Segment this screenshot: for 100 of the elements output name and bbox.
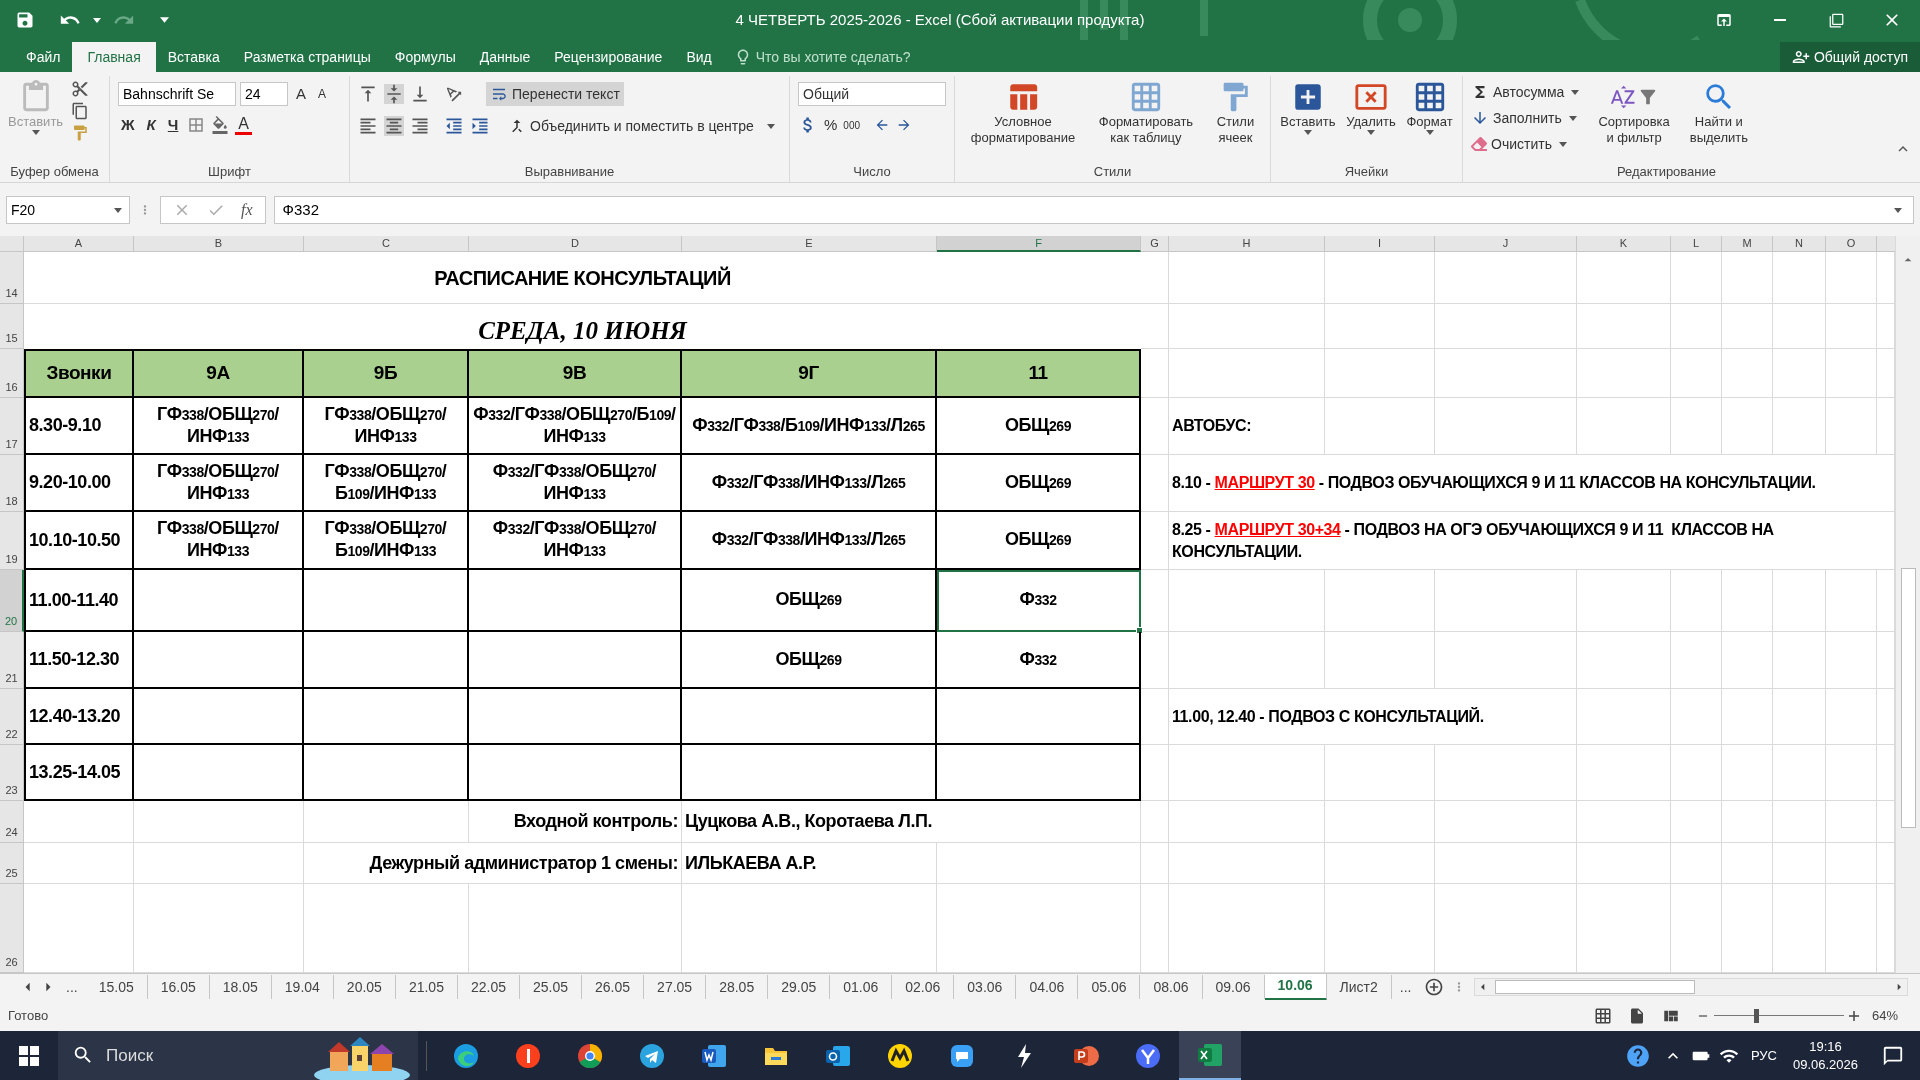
sheet-cell[interactable] [1435, 801, 1577, 843]
increase-indent-icon[interactable] [470, 116, 490, 136]
sheet-cell[interactable] [1169, 304, 1325, 349]
sheet-cell[interactable] [1826, 801, 1877, 843]
sheet-cell[interactable] [1325, 745, 1435, 801]
table-cell[interactable]: Ф332/ГФ338/Б109/ИНФ133/Л265 [682, 398, 937, 455]
name-box[interactable]: F20 [6, 196, 130, 224]
sheet-cell[interactable] [1141, 252, 1169, 304]
ribbon-tab[interactable]: Рецензирование [542, 42, 675, 72]
sheet-cell[interactable] [1671, 745, 1722, 801]
table-cell[interactable]: ГФ338/ОБЩ270/Б109/ИНФ133 [304, 512, 469, 570]
table-cell[interactable] [682, 745, 937, 801]
font-color-button[interactable]: A [235, 115, 252, 135]
sheet-cell[interactable] [1577, 398, 1671, 455]
sheet-cell[interactable] [1577, 349, 1671, 398]
sheet-cell[interactable] [1325, 843, 1435, 884]
row-header[interactable]: 19 [0, 512, 24, 570]
style-button[interactable]: Форматировать как таблицу [1094, 80, 1198, 162]
sheet-tab[interactable]: 18.05 [209, 975, 272, 999]
scroll-thumb[interactable] [1900, 568, 1916, 828]
sheet-cell[interactable] [1169, 745, 1325, 801]
formula-field[interactable]: Ф332 [273, 196, 1914, 224]
sheet-tab[interactable]: 25.05 [520, 975, 583, 999]
align-middle-icon[interactable] [384, 84, 404, 104]
paint-bucket-icon[interactable] [211, 116, 230, 135]
page-layout-icon[interactable] [1628, 1006, 1646, 1025]
table-cell[interactable] [304, 632, 469, 689]
sheet-cell[interactable] [1141, 304, 1169, 349]
select-all-corner[interactable] [0, 236, 24, 252]
sheet-cell[interactable] [1826, 843, 1877, 884]
align-left-icon[interactable] [358, 116, 378, 136]
sheet-cell[interactable] [1722, 632, 1773, 689]
align-center-icon[interactable] [384, 116, 404, 136]
zoom-in-icon[interactable] [1848, 1009, 1860, 1022]
sheet-cell[interactable] [1141, 512, 1169, 570]
merge-center-button[interactable]: Объединить и поместить в центре [504, 114, 758, 138]
table-cell[interactable] [304, 745, 469, 801]
sheet-cell[interactable] [1826, 304, 1877, 349]
table-cell[interactable] [134, 745, 304, 801]
vertical-scrollbar[interactable] [1895, 236, 1920, 973]
table-cell[interactable] [469, 570, 682, 632]
percent-button[interactable]: % [824, 114, 838, 137]
table-cell[interactable]: Ф332/ГФ338/ИНФ133/Л265 [682, 512, 937, 570]
scissors-icon[interactable] [71, 80, 90, 98]
sheet-tab[interactable]: 29.05 [768, 975, 831, 999]
sheet-cell[interactable] [134, 843, 304, 884]
sheet-cell[interactable] [1325, 349, 1435, 398]
sheet-tab[interactable]: 19.04 [271, 975, 334, 999]
sheet-cell[interactable] [1671, 843, 1722, 884]
table-cell[interactable]: Ф332/ГФ338/ОБЩ270/ИНФ133 [469, 512, 682, 570]
row-header[interactable]: 22 [0, 689, 24, 745]
table-cell[interactable]: Ф332/ГФ338/ОБЩ270/ИНФ133 [469, 455, 682, 512]
sheet-cell[interactable] [1671, 304, 1722, 349]
borders-icon[interactable] [187, 116, 206, 135]
table-cell[interactable]: ГФ338/ОБЩ270/ИНФ133 [304, 398, 469, 455]
sheet-tab[interactable]: 08.06 [1140, 975, 1203, 999]
sheet-cell[interactable] [1826, 570, 1877, 632]
sheet-cell[interactable] [1141, 632, 1169, 689]
table-cell[interactable] [134, 689, 304, 745]
table-cell[interactable]: ОБЩ269 [937, 512, 1141, 570]
sheet-cell[interactable] [1671, 349, 1722, 398]
sheet-cell[interactable] [1722, 745, 1773, 801]
row-header[interactable]: 15 [0, 304, 24, 349]
decrease-indent-icon[interactable] [444, 116, 464, 136]
sheet-cell[interactable] [1671, 632, 1722, 689]
sheet-cell[interactable] [937, 843, 1141, 884]
underline-button[interactable]: Ч [164, 114, 182, 137]
thousands-button[interactable]: 000 [843, 117, 861, 133]
column-header[interactable]: O [1826, 236, 1877, 252]
share-button[interactable]: Общий доступ [1779, 42, 1920, 72]
table-cell[interactable] [469, 689, 682, 745]
ribbon-tab[interactable]: Главная [72, 42, 156, 72]
sheet-cell[interactable] [1826, 349, 1877, 398]
grow-font-button[interactable]: A [292, 82, 310, 106]
sheet-tab[interactable]: 15.05 [85, 975, 148, 999]
bold-button[interactable]: Ж [118, 114, 138, 137]
sheet-cell[interactable] [1577, 570, 1671, 632]
sheet-cell[interactable] [1671, 801, 1722, 843]
row-header[interactable]: 21 [0, 632, 24, 689]
align-top-icon[interactable] [358, 84, 378, 104]
help-icon[interactable] [1624, 1042, 1651, 1069]
sheet-cell[interactable] [1325, 570, 1435, 632]
style-button[interactable]: Условное форматирование [966, 80, 1080, 162]
table-cell[interactable]: Ф332 [937, 632, 1141, 689]
column-header[interactable]: L [1671, 236, 1722, 252]
sheet-tab[interactable]: 04.06 [1016, 975, 1079, 999]
sheet-cell[interactable] [1671, 689, 1722, 745]
italic-button[interactable]: К [143, 114, 159, 137]
more-tabs-button[interactable]: ... [58, 976, 86, 998]
sheet-cell[interactable] [1577, 801, 1671, 843]
sheet-cell[interactable] [1722, 252, 1773, 304]
table-cell[interactable]: ОБЩ269 [937, 398, 1141, 455]
column-header[interactable]: G [1141, 236, 1169, 252]
table-cell[interactable] [682, 689, 937, 745]
sheet-cell[interactable] [134, 801, 304, 843]
sheet-cell[interactable] [1435, 349, 1577, 398]
sheet-cell[interactable] [1141, 689, 1169, 745]
add-sheet-icon[interactable] [1423, 977, 1444, 997]
table-cell[interactable] [469, 632, 682, 689]
column-header[interactable]: B [134, 236, 304, 252]
